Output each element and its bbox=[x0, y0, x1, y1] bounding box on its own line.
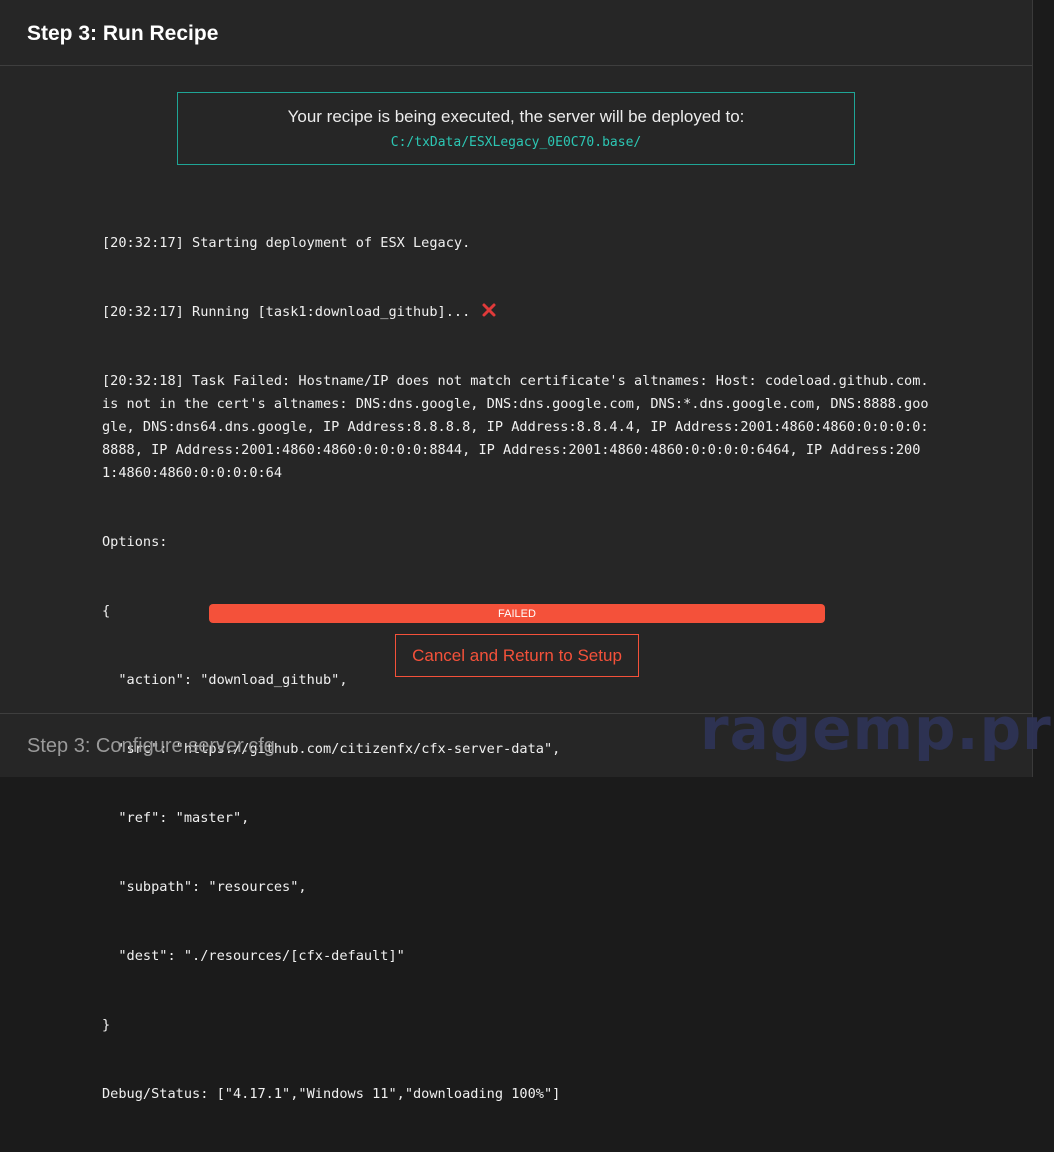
cancel-return-setup-button[interactable]: Cancel and Return to Setup bbox=[395, 634, 639, 677]
log-line-running: [20:32:17] Running [task1:download_githu… bbox=[102, 301, 934, 324]
page-title: Step 3: Run Recipe bbox=[27, 21, 219, 45]
step-header: Step 3: Run Recipe bbox=[0, 0, 1032, 66]
deploy-path: C:/txData/ESXLegacy_0E0C70.base/ bbox=[390, 135, 642, 150]
log-line: Debug/Status: ["4.17.1","Windows 11","do… bbox=[102, 1086, 561, 1102]
log-line: "ref": "master", bbox=[102, 810, 250, 826]
watermark-logo: ragemp.pro bbox=[700, 695, 1054, 763]
log-line: } bbox=[102, 1017, 111, 1033]
log-line: "dest": "./resources/[cfx-default]" bbox=[102, 948, 405, 964]
log-line: Options: bbox=[102, 534, 168, 550]
cross-icon bbox=[482, 303, 496, 317]
progress-bar-failed: FAILED bbox=[209, 604, 825, 623]
log-line-text: [20:32:17] Running [task1:download_githu… bbox=[102, 304, 479, 320]
log-line: [20:32:17] Starting deployment of ESX Le… bbox=[102, 235, 471, 251]
deploy-message: Your recipe is being executed, the serve… bbox=[287, 107, 745, 126]
progress-label: FAILED bbox=[498, 607, 536, 620]
log-line: [20:32:18] Task Failed: Hostname/IP does… bbox=[102, 373, 937, 481]
recipe-card: Step 3: Run Recipe Your recipe is being … bbox=[0, 0, 1033, 1102]
log-line: "subpath": "resources", bbox=[102, 879, 307, 895]
next-step-title: Step 3: Configure server.cfg bbox=[27, 735, 275, 757]
deploy-info-box: Your recipe is being executed, the serve… bbox=[177, 92, 855, 165]
